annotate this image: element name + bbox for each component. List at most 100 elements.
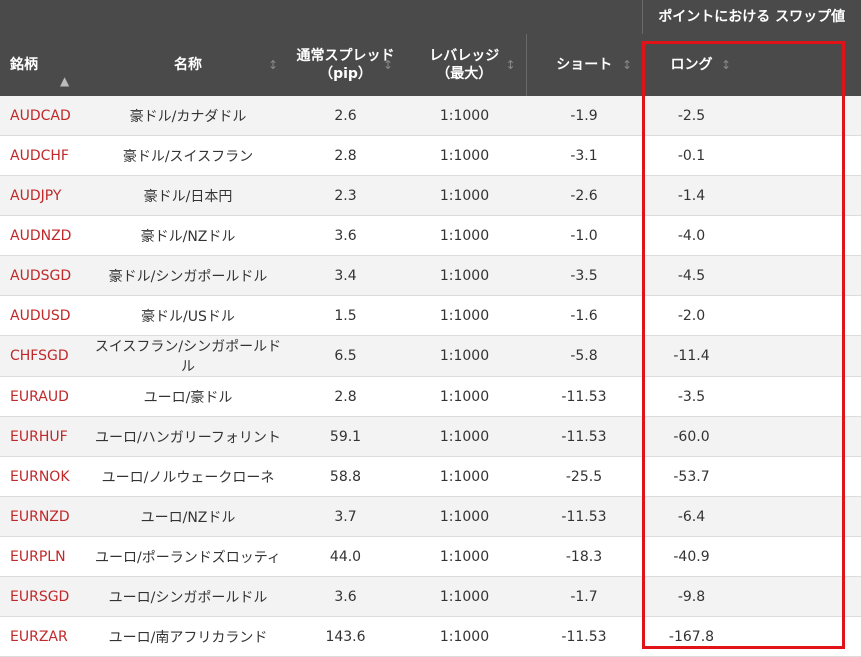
cell-spread: 3.6 xyxy=(288,576,403,617)
cell-leverage: 1:1000 xyxy=(403,215,526,256)
header-row: 銘柄 ▲ 名称 ↕ 通常スプレッド（pip） ↕ レバレッジ （最大） ↕ ショ… xyxy=(0,34,861,96)
cell-padding xyxy=(741,496,861,537)
table-row: EURHUF ユーロ/ハンガリーフォリント 59.1 1:1000 -11.53 -60.… xyxy=(0,416,861,457)
cell-long: -2.5 xyxy=(642,96,741,136)
cell-leverage: 1:1000 xyxy=(403,536,526,577)
cell-symbol[interactable]: EURZAR xyxy=(0,616,88,657)
cell-short: -25.5 xyxy=(526,456,642,497)
sort-arrows-icon[interactable]: ↕ xyxy=(268,58,278,72)
cell-leverage: 1:1000 xyxy=(403,496,526,537)
cell-spread: 3.7 xyxy=(288,496,403,537)
cell-long: -9.8 xyxy=(642,576,741,617)
cell-long: -2.0 xyxy=(642,295,741,336)
cell-short: -11.53 xyxy=(526,496,642,537)
header-spacer xyxy=(403,0,526,34)
cell-symbol[interactable]: AUDCAD xyxy=(0,96,88,136)
cell-padding xyxy=(741,536,861,577)
cell-symbol[interactable]: AUDJPY xyxy=(0,175,88,216)
table-row: EURAUD ユーロ/豪ドル 2.8 1:1000 -11.53 -3.5 xyxy=(0,376,861,417)
cell-spread: 44.0 xyxy=(288,536,403,577)
cell-leverage: 1:1000 xyxy=(403,616,526,657)
cell-long: -6.4 xyxy=(642,496,741,537)
column-header-leverage[interactable]: レバレッジ （最大） ↕ xyxy=(403,34,526,96)
column-header-name[interactable]: 名称 ↕ xyxy=(88,34,288,96)
table-row: EURNZD ユーロ/NZドル 3.7 1:1000 -11.53 -6.4 xyxy=(0,496,861,537)
cell-spread: 2.3 xyxy=(288,175,403,216)
cell-name: ユーロ/南アフリカランド xyxy=(88,616,288,657)
cell-spread: 59.1 xyxy=(288,416,403,457)
cell-name: 豪ドル/USドル xyxy=(88,295,288,336)
cell-long: -40.9 xyxy=(642,536,741,577)
cell-symbol[interactable]: AUDCHF xyxy=(0,135,88,176)
cell-name: ユーロ/シンガポールドル xyxy=(88,576,288,617)
sort-arrows-icon[interactable]: ↕ xyxy=(383,58,393,72)
column-header-short[interactable]: ショート ↕ xyxy=(525,34,642,96)
cell-short: -1.9 xyxy=(526,96,642,136)
header-spacer xyxy=(288,0,403,34)
column-header-spread[interactable]: 通常スプレッド（pip） ↕ xyxy=(288,34,403,96)
cell-symbol[interactable]: AUDSGD xyxy=(0,255,88,296)
cell-leverage: 1:1000 xyxy=(403,576,526,617)
table-body: AUDCAD 豪ドル/カナダドル 2.6 1:1000 -1.9 -2.5 AUDCHF 豪ド… xyxy=(0,96,861,657)
cell-symbol[interactable]: EURPLN xyxy=(0,536,88,577)
cell-name: 豪ドル/シンガポールドル xyxy=(88,255,288,296)
header-spacer xyxy=(0,0,88,34)
cell-long: -11.4 xyxy=(642,335,741,377)
column-header-long[interactable]: ロング ↕ xyxy=(642,34,741,96)
cell-name: ユーロ/ノルウェークローネ xyxy=(88,456,288,497)
cell-name: ユーロ/豪ドル xyxy=(88,376,288,417)
cell-padding xyxy=(741,175,861,216)
cell-short: -1.0 xyxy=(526,215,642,256)
cell-padding xyxy=(741,576,861,617)
cell-leverage: 1:1000 xyxy=(403,175,526,216)
table-row: AUDSGD 豪ドル/シンガポールドル 3.4 1:1000 -3.5 -4.5 xyxy=(0,255,861,296)
cell-spread: 58.8 xyxy=(288,456,403,497)
cell-long: -1.4 xyxy=(642,175,741,216)
cell-padding xyxy=(741,335,861,377)
sort-arrows-icon[interactable]: ↕ xyxy=(721,58,731,72)
cell-symbol[interactable]: EURAUD xyxy=(0,376,88,417)
cell-long: -167.8 xyxy=(642,616,741,657)
cell-symbol[interactable]: EURHUF xyxy=(0,416,88,457)
cell-padding xyxy=(741,456,861,497)
table-row: EURNOK ユーロ/ノルウェークローネ 58.8 1:1000 -25.5 -53.7 xyxy=(0,456,861,497)
cell-symbol[interactable]: AUDUSD xyxy=(0,295,88,336)
table-row: AUDCHF 豪ドル/スイスフラン 2.8 1:1000 -3.1 -0.1 xyxy=(0,135,861,176)
cell-spread: 3.4 xyxy=(288,255,403,296)
cell-long: -60.0 xyxy=(642,416,741,457)
swap-group-label: ポイントにおける スワップ値 xyxy=(658,9,846,25)
cell-leverage: 1:1000 xyxy=(403,416,526,457)
cell-leverage: 1:1000 xyxy=(403,255,526,296)
cell-padding xyxy=(741,416,861,457)
cell-name: 豪ドル/NZドル xyxy=(88,215,288,256)
cell-padding xyxy=(741,255,861,296)
sort-arrows-icon[interactable]: ↕ xyxy=(505,58,515,72)
cell-spread: 1.5 xyxy=(288,295,403,336)
cell-leverage: 1:1000 xyxy=(403,135,526,176)
table-row: AUDNZD 豪ドル/NZドル 3.6 1:1000 -1.0 -4.0 xyxy=(0,215,861,256)
cell-short: -3.1 xyxy=(526,135,642,176)
cell-leverage: 1:1000 xyxy=(403,96,526,136)
cell-long: -4.0 xyxy=(642,215,741,256)
cell-spread: 143.6 xyxy=(288,616,403,657)
cell-short: -11.53 xyxy=(526,416,642,457)
cell-padding xyxy=(741,376,861,417)
cell-padding xyxy=(741,295,861,336)
table-row: EURSGD ユーロ/シンガポールドル 3.6 1:1000 -1.7 -9.8 xyxy=(0,576,861,617)
cell-symbol[interactable]: CHFSGD xyxy=(0,335,88,377)
cell-symbol[interactable]: EURSGD xyxy=(0,576,88,617)
cell-short: -2.6 xyxy=(526,175,642,216)
header-spacer xyxy=(526,0,642,34)
cell-symbol[interactable]: EURNOK xyxy=(0,456,88,497)
header-spacer xyxy=(741,34,861,96)
cell-symbol[interactable]: EURNZD xyxy=(0,496,88,537)
cell-symbol[interactable]: AUDNZD xyxy=(0,215,88,256)
cell-padding xyxy=(741,96,861,136)
chevron-up-icon[interactable]: ▲ xyxy=(60,74,69,88)
cell-leverage: 1:1000 xyxy=(403,456,526,497)
column-header-symbol[interactable]: 銘柄 ▲ xyxy=(0,34,88,96)
sort-arrows-icon[interactable]: ↕ xyxy=(622,58,632,72)
cell-padding xyxy=(741,616,861,657)
cell-name: 豪ドル/カナダドル xyxy=(88,96,288,136)
cell-long: -3.5 xyxy=(642,376,741,417)
